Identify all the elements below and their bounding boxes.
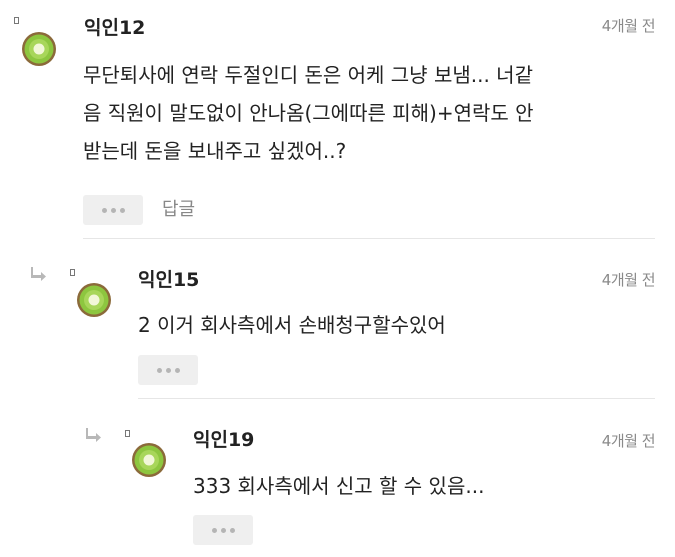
user-badge-icon (14, 17, 19, 24)
more-dots-icon (101, 207, 107, 213)
user-badge-icon (125, 430, 130, 437)
kiwi-avatar-icon[interactable] (131, 442, 167, 478)
comment-time: 4개월 전 (601, 432, 656, 450)
user-badge-icon (70, 269, 75, 276)
comment-text: 2 이거 회사측에서 손배청구할수있어 (138, 313, 446, 337)
reply-arrow-icon (86, 428, 101, 442)
kiwi-avatar-icon[interactable] (21, 31, 57, 67)
divider (138, 398, 655, 399)
more-options-button[interactable] (83, 195, 143, 225)
comment-time: 4개월 전 (601, 271, 656, 289)
divider (83, 238, 655, 239)
kiwi-avatar-icon[interactable] (76, 282, 112, 318)
more-options-button[interactable] (138, 355, 198, 385)
comment-text: 333 회사측에서 신고 할 수 있음... (193, 474, 485, 498)
comment-time: 4개월 전 (601, 17, 656, 35)
more-dots-icon (156, 367, 162, 373)
comment-author[interactable]: 익인15 (138, 268, 199, 292)
comment-text: 무단퇴사에 연락 두절인디 돈은 어케 그냥 보냄... 너같 음 직원이 말도… (83, 63, 534, 163)
more-dots-icon (211, 527, 217, 533)
comment-author[interactable]: 익인12 (84, 16, 145, 40)
reply-button[interactable]: 답글 (162, 195, 195, 225)
more-options-button[interactable] (193, 515, 253, 545)
reply-arrow-icon (31, 267, 46, 281)
comment-author[interactable]: 익인19 (193, 428, 254, 452)
